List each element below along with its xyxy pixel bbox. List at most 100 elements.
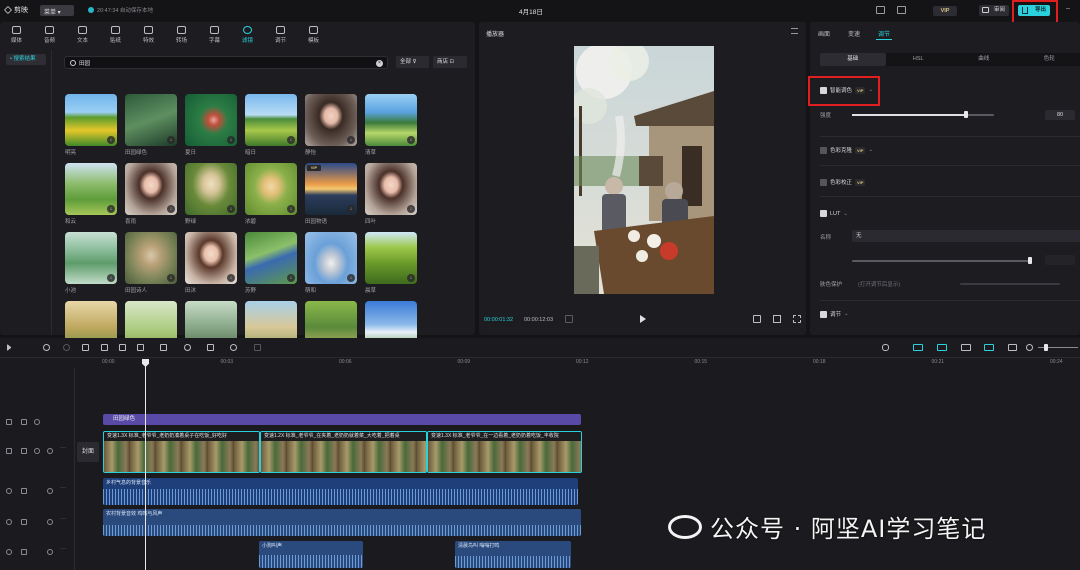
filter-thumbnail[interactable]: ↓ <box>65 163 117 215</box>
preview-axis-icon[interactable] <box>984 344 994 351</box>
tab-filter[interactable]: 滤镜 <box>231 22 264 46</box>
filter-thumbnail[interactable]: ↓ <box>245 94 297 146</box>
color-match-checkbox[interactable] <box>820 146 827 154</box>
audio-clip[interactable]: 乡村气息的背景音乐 <box>103 478 578 505</box>
window-minimize-icon[interactable]: – <box>1064 5 1072 13</box>
filter-item[interactable]: ↓ 和云 <box>65 163 117 225</box>
tab-speed[interactable]: 变速 <box>848 29 860 38</box>
filter-item[interactable]: ↓ 夏日 <box>185 94 237 156</box>
download-icon[interactable]: ↓ <box>287 274 295 282</box>
menu-button[interactable]: 菜单 ▾ <box>40 5 74 16</box>
cover-button[interactable]: 封面 <box>77 442 99 462</box>
tab-subtitle[interactable]: 字幕 <box>198 22 231 46</box>
filter-thumbnail[interactable]: ↓ <box>245 232 297 284</box>
player-menu-icon[interactable] <box>791 28 798 34</box>
lock-icon[interactable] <box>21 488 27 494</box>
download-icon[interactable]: ↓ <box>407 205 415 213</box>
tab-transition[interactable]: 转场 <box>165 22 198 46</box>
playhead[interactable] <box>145 359 146 570</box>
tab-media[interactable]: 媒体 <box>0 22 33 46</box>
crop-icon[interactable] <box>254 344 261 351</box>
filter-thumbnail[interactable]: ↓ <box>65 94 117 146</box>
video-clip[interactable]: 变速1.3X 标准_老爷爷_老奶奶凑着桌子在吃饭_好吃好 <box>103 431 260 473</box>
filter-item[interactable]: ↓ 晨草 <box>365 232 417 294</box>
rotate-icon[interactable] <box>230 344 237 351</box>
mute-icon[interactable] <box>47 488 53 494</box>
strength-slider[interactable] <box>852 114 994 116</box>
audio-clip[interactable]: 小狗叫声 <box>259 541 363 568</box>
filter-item[interactable]: ↓ 明亮 <box>65 94 117 156</box>
lut-strength-value[interactable] <box>1045 255 1075 265</box>
subtab-curves[interactable]: 曲线 <box>951 53 1017 66</box>
lock-icon[interactable] <box>21 448 27 454</box>
download-icon[interactable]: ↓ <box>347 136 355 144</box>
filter-item[interactable]: ↓ VIP 田园物语 <box>305 163 357 225</box>
video-clip[interactable]: 变速1.2X 标准_老爷爷_在夹着_老奶奶就着菜_大吃着_把着桌 <box>260 431 427 473</box>
filter-item[interactable]: ↓ 静怡 <box>305 94 357 156</box>
subtab-hsl[interactable]: HSL <box>886 53 952 66</box>
ratio-icon[interactable] <box>773 315 781 323</box>
strength-value[interactable]: 80 <box>1045 110 1075 120</box>
freeze-icon[interactable] <box>160 344 167 351</box>
play-icon[interactable] <box>640 315 646 323</box>
skin-protect-slider[interactable] <box>960 283 1060 285</box>
download-icon[interactable]: ↓ <box>167 136 175 144</box>
tab-adjust[interactable]: 调节 <box>264 22 297 46</box>
more-icon[interactable]: ··· <box>60 485 66 491</box>
download-icon[interactable]: ↓ <box>167 205 175 213</box>
link-icon[interactable] <box>961 344 971 351</box>
split-right-icon[interactable] <box>119 344 126 351</box>
lock-icon[interactable] <box>21 549 27 555</box>
filter-item[interactable]: ↓ 田园绿色 <box>125 94 177 156</box>
more-icon[interactable]: ··· <box>60 546 66 552</box>
filter-clip[interactable]: 田园绿色 <box>103 414 581 425</box>
download-icon[interactable]: ↓ <box>107 136 115 144</box>
sidebar-item-search-results[interactable]: • 搜索结果 <box>6 54 46 65</box>
split-icon[interactable] <box>82 344 89 351</box>
adjust-checkbox[interactable] <box>820 310 827 318</box>
eye-icon[interactable] <box>34 419 40 425</box>
audio-clip[interactable]: 清晨鸟叫 嗡嗡打鸣 <box>455 541 571 568</box>
zoom-out-icon[interactable] <box>1026 344 1033 351</box>
download-icon[interactable]: ↓ <box>107 274 115 282</box>
undo-icon[interactable] <box>43 344 50 351</box>
microphone-icon[interactable] <box>882 344 889 351</box>
lut-slider-handle[interactable] <box>1028 257 1032 264</box>
download-icon[interactable]: ↓ <box>347 205 355 213</box>
strength-slider-handle[interactable] <box>963 111 968 118</box>
lock-icon[interactable] <box>21 419 27 425</box>
download-icon[interactable]: ↓ <box>167 274 175 282</box>
tab-audio[interactable]: 音频 <box>33 22 66 46</box>
filter-thumbnail[interactable]: ↓ <box>125 163 177 215</box>
download-icon[interactable]: ↓ <box>287 205 295 213</box>
vip-badge[interactable]: VIP <box>933 6 957 16</box>
subtab-color-wheel[interactable]: 色轮 <box>1017 53 1080 66</box>
mirror-icon[interactable] <box>207 344 214 351</box>
more-icon[interactable]: ··· <box>60 445 66 451</box>
lut-name-select[interactable]: 无 <box>852 230 1080 242</box>
filter-thumbnail[interactable]: ↓ <box>365 163 417 215</box>
download-icon[interactable]: ↓ <box>347 274 355 282</box>
video-preview[interactable] <box>574 46 714 294</box>
filter-thumbnail[interactable]: ↓ <box>65 232 117 284</box>
filter-thumbnail[interactable]: ↓ <box>185 94 237 146</box>
eye-icon[interactable] <box>34 448 40 454</box>
download-icon[interactable]: ↓ <box>407 274 415 282</box>
filter-thumbnail[interactable]: ↓ <box>185 232 237 284</box>
panel-layout-icon[interactable] <box>897 6 906 14</box>
fullscreen-icon[interactable] <box>793 315 801 323</box>
filter-item[interactable]: ↓ 小池 <box>65 232 117 294</box>
tab-picture[interactable]: 画面 <box>818 29 830 38</box>
download-icon[interactable]: ↓ <box>227 274 235 282</box>
download-icon[interactable]: ↓ <box>227 136 235 144</box>
tab-template[interactable]: 模板 <box>297 22 330 46</box>
download-icon[interactable]: ↓ <box>227 205 235 213</box>
lut-strength-slider[interactable] <box>852 260 1032 262</box>
filter-item[interactable]: ↓ 苏野 <box>245 232 297 294</box>
download-icon[interactable]: ↓ <box>287 136 295 144</box>
filter-all-dropdown[interactable]: 全部 ⊽ <box>396 56 429 68</box>
reverse-icon[interactable] <box>184 344 191 351</box>
clear-search-icon[interactable]: × <box>376 60 383 67</box>
filter-item[interactable]: ↓ 田园诗人 <box>125 232 177 294</box>
mute-icon[interactable] <box>47 519 53 525</box>
